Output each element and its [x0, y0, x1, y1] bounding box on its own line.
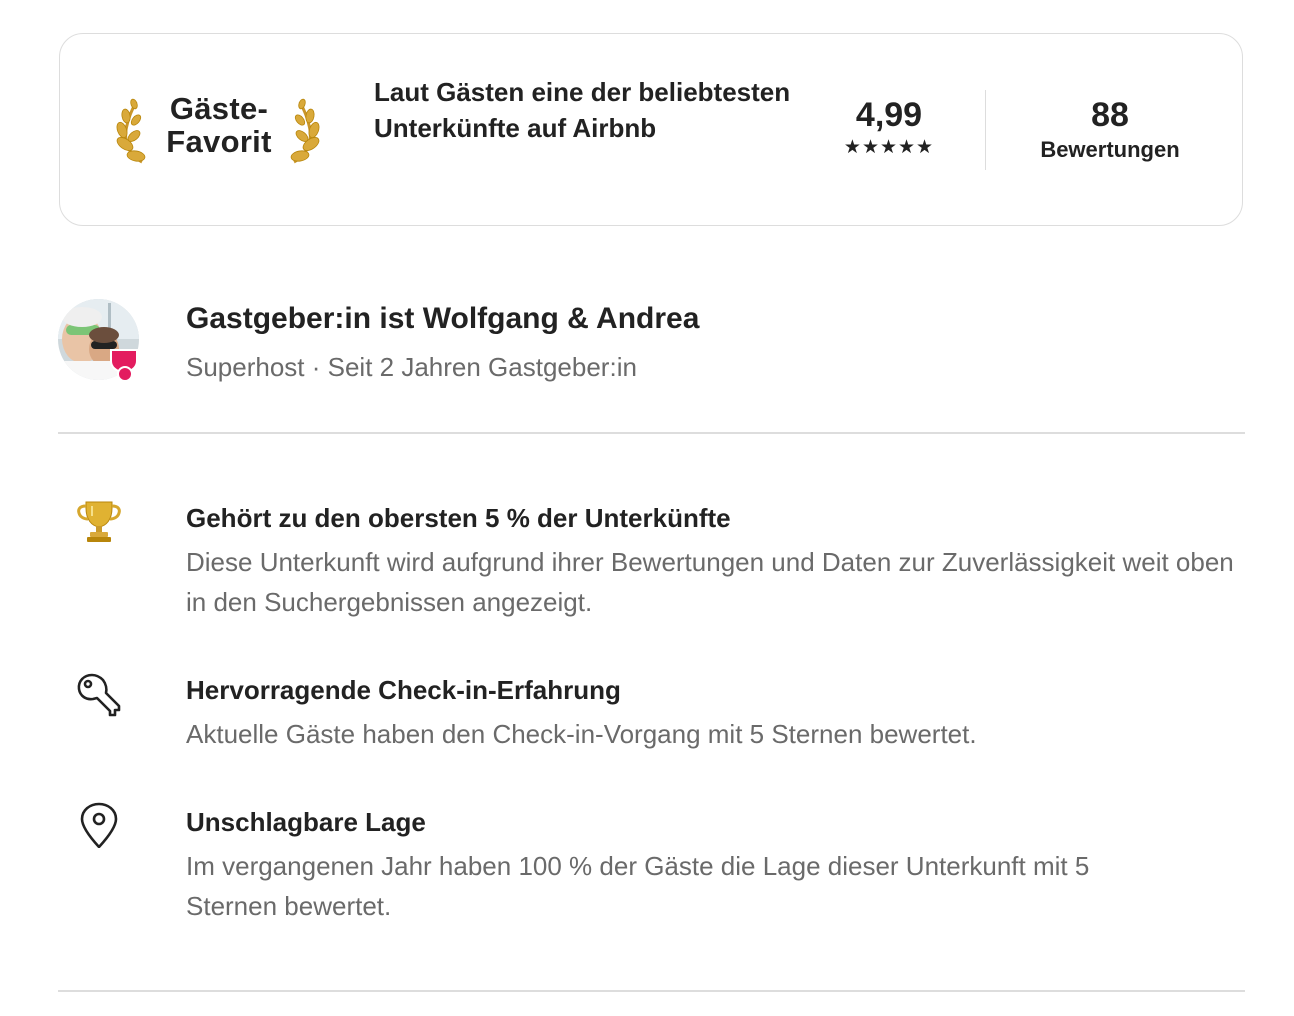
section-divider-bottom: [58, 990, 1245, 992]
highlight-description-location: Im vergangenen Jahr haben 100 % der Gäst…: [186, 851, 1090, 921]
guest-favorite-badge: Gäste- Favorit: [156, 92, 282, 158]
highlight-description-checkin: Aktuelle Gäste haben den Check-in-Vorgan…: [186, 719, 977, 749]
guest-favorite-card[interactable]: Gäste- Favorit Laut Gästen eine der beli…: [59, 33, 1243, 226]
host-subtitle: Superhost · Seit 2 Jahren Gastgeber:in: [186, 352, 637, 382]
guest-favorite-description: Laut Gästen eine der beliebtesten Unterk…: [374, 77, 791, 143]
rating-value: 4,99: [855, 96, 923, 134]
rating-summary: 4,99 ★★★★★: [830, 96, 948, 158]
laurel-right-icon: [290, 98, 320, 164]
highlight-description-top5: Diese Unterkunft wird aufgrund ihrer Bew…: [186, 547, 1234, 617]
highlight-title-checkin: Hervorragende Check-in-Erfahrung: [186, 675, 621, 705]
card-divider: [985, 90, 986, 170]
trophy-icon: [77, 501, 121, 542]
host-name[interactable]: Gastgeber:in ist Wolfgang & Andrea: [186, 299, 699, 339]
superhost-badge-icon: [110, 349, 138, 382]
laurel-left-icon: [116, 98, 146, 164]
rating-stars: ★★★★★: [843, 137, 935, 158]
section-divider: [58, 432, 1245, 434]
listing-highlights-page: Gäste- Favorit Laut Gästen eine der beli…: [0, 0, 1294, 1016]
highlight-title-top5: Gehört zu den obersten 5 % der Unterkünf…: [186, 503, 731, 533]
badge-line-1: Gäste-: [169, 91, 269, 126]
badge-line-2: Favorit: [166, 124, 272, 159]
reviews-label: Bewertungen: [1040, 137, 1180, 162]
reviews-count: 88: [1091, 96, 1129, 134]
highlight-title-location: Unschlagbare Lage: [186, 807, 426, 837]
key-icon: [77, 673, 121, 717]
location-pin-icon: [80, 802, 118, 848]
reviews-summary[interactable]: 88 Bewertungen: [1020, 96, 1200, 164]
